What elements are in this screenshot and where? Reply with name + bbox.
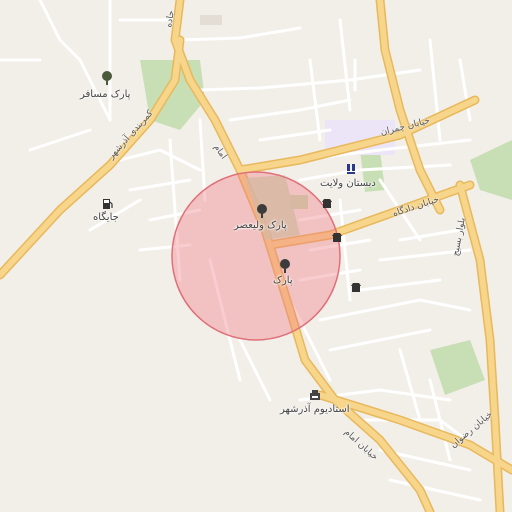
label-school[interactable]: دبستان ولایت [320, 178, 376, 189]
park-area-southeast [430, 340, 485, 395]
shop-icon [351, 283, 361, 292]
fuel-icon [103, 199, 113, 209]
school-icon [347, 164, 355, 174]
label-park-small[interactable]: پارک [273, 275, 293, 286]
label-park-valiasr[interactable]: پارک ولیعصر [234, 220, 287, 231]
highlight-circle [171, 171, 341, 341]
label-stadium[interactable]: استادیوم آذرشهر [280, 404, 350, 415]
map-base-layer [0, 0, 512, 512]
shop-icon [332, 233, 342, 242]
shop-icon [322, 199, 332, 208]
map-view[interactable]: پارک مسافر کمربندی آذرشهر جاده امام جایگ… [0, 0, 512, 512]
building-block [200, 15, 222, 25]
label-gas-station[interactable]: جایگاه [93, 212, 119, 223]
label-park-mosafer[interactable]: پارک مسافر [80, 89, 130, 100]
park-area-east [470, 140, 512, 200]
